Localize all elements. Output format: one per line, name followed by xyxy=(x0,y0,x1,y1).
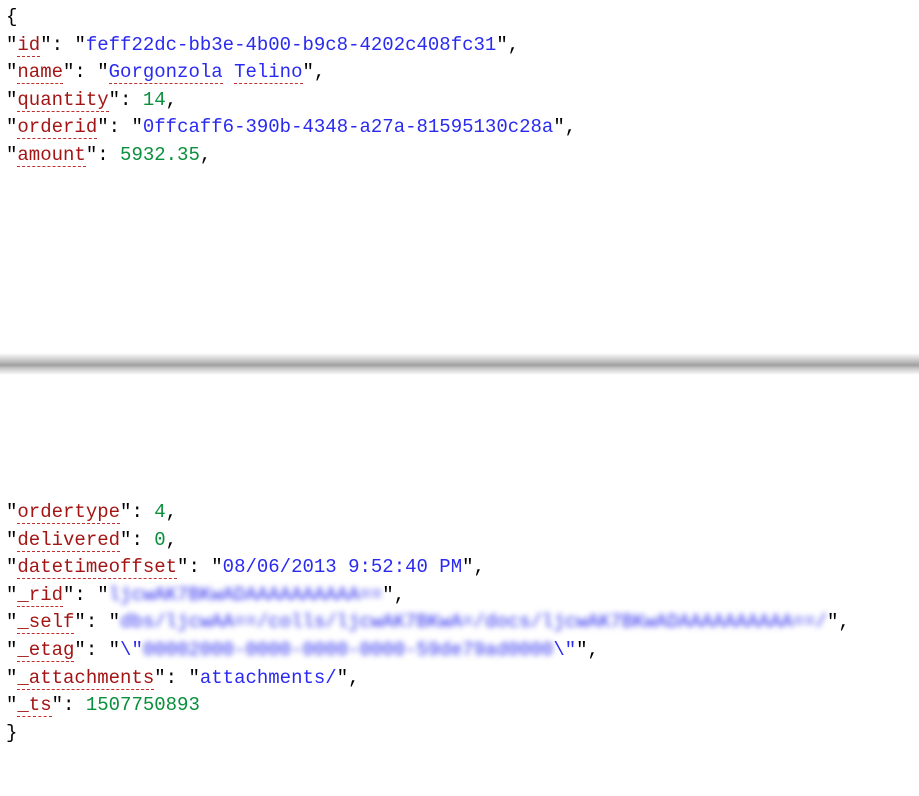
field-quantity: "quantity": 14, xyxy=(6,87,913,115)
amount-value: 5932.35 xyxy=(120,144,200,166)
id-value: feff22dc-bb3e-4b00-b9c8-4202c408fc31 xyxy=(86,34,496,56)
field-amount: "amount": 5932.35, xyxy=(6,142,913,170)
attachments-value: attachments/ xyxy=(200,667,337,689)
ts-value: 1507750893 xyxy=(86,694,200,716)
etag-value: 00002000-0000-0000-0000-59de79ad0000 xyxy=(143,637,553,665)
rid-value: ljcwAK7BKwADAAAAAAAAAA== xyxy=(109,582,383,610)
field-etag: "_etag": "\"00002000-0000-0000-0000-59de… xyxy=(6,637,913,665)
close-brace: } xyxy=(6,720,913,748)
orderid-value: 0ffcaff6-390b-4348-a27a-81595130c28a xyxy=(143,116,553,138)
delivered-value: 0 xyxy=(154,529,165,551)
field-rid: "_rid": "ljcwAK7BKwADAAAAAAAAAA==", xyxy=(6,582,913,610)
name-value-1: Gorgonzola xyxy=(109,61,223,84)
datetimeoffset-value: 08/06/2013 9:52:40 PM xyxy=(223,556,462,578)
ordertype-value: 4 xyxy=(154,501,165,523)
name-value-2: Telino xyxy=(234,61,302,84)
horizontal-divider xyxy=(0,353,919,375)
field-delivered: "delivered": 0, xyxy=(6,527,913,555)
field-self: "_self": "dbs/ljcwAA==/colls/ljcwAK7BKwA… xyxy=(6,609,913,637)
spacer-mid xyxy=(0,375,919,495)
json-top-block: { "id": "feff22dc-bb3e-4b00-b9c8-4202c40… xyxy=(0,0,919,179)
field-datetimeoffset: "datetimeoffset": "08/06/2013 9:52:40 PM… xyxy=(6,554,913,582)
json-bottom-block: "ordertype": 4, "delivered": 0, "datetim… xyxy=(0,495,919,757)
spacer-top xyxy=(0,179,919,339)
self-value: dbs/ljcwAA==/colls/ljcwAK7BKwA=/docs/ljc… xyxy=(120,609,827,637)
field-ordertype: "ordertype": 4, xyxy=(6,499,913,527)
quantity-value: 14 xyxy=(143,89,166,111)
field-attachments: "_attachments": "attachments/", xyxy=(6,665,913,693)
field-name: "name": "Gorgonzola Telino", xyxy=(6,59,913,87)
field-ts: "_ts": 1507750893 xyxy=(6,692,913,720)
open-brace: { xyxy=(6,4,913,32)
field-id: "id": "feff22dc-bb3e-4b00-b9c8-4202c408f… xyxy=(6,32,913,60)
field-orderid: "orderid": "0ffcaff6-390b-4348-a27a-8159… xyxy=(6,114,913,142)
